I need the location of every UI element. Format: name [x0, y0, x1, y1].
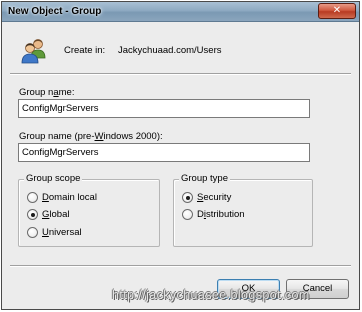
radio-button-selected-icon[interactable]	[182, 192, 193, 203]
separator-top	[10, 73, 351, 75]
radio-button-icon[interactable]	[27, 192, 38, 203]
blog-watermark: http://jackychuasee.blogspot.com	[112, 288, 310, 302]
group-type-title: Group type	[179, 173, 230, 184]
group-scope-title: Group scope	[24, 173, 83, 184]
group-icon	[21, 39, 46, 64]
group-name-pre2000-label: Group name (pre-Windows 2000):	[19, 131, 163, 142]
radio-button-icon[interactable]	[27, 227, 38, 238]
group-type-box: Group type Security Distribution	[173, 173, 313, 247]
window-title: New Object - Group	[8, 6, 102, 17]
create-in-path: Jackychuaad.com/Users	[118, 45, 222, 56]
new-object-group-dialog: New Object - Group ✕ Create in: Jackychu…	[1, 1, 360, 310]
group-scope-box: Group scope Domain local Global Universa…	[18, 173, 160, 247]
group-name-input[interactable]: ConfigMgrServers	[18, 99, 310, 118]
radio-label-security: Security	[197, 192, 232, 203]
radio-label-domain-local: Domain local	[42, 192, 97, 203]
radio-label-global: Global	[42, 209, 70, 220]
radio-button-icon[interactable]	[182, 209, 193, 220]
close-button[interactable]: ✕	[318, 3, 356, 19]
radio-label-universal: Universal	[42, 227, 82, 238]
separator-bottom	[10, 265, 351, 267]
group-name-label: Group name:	[19, 87, 75, 98]
create-in-label: Create in:	[64, 45, 106, 56]
radio-label-distribution: Distribution	[197, 209, 245, 220]
group-name-pre2000-input[interactable]: ConfigMgrServers	[18, 143, 310, 162]
title-bar[interactable]: New Object - Group ✕	[2, 2, 359, 22]
radio-button-selected-icon[interactable]	[27, 209, 38, 220]
